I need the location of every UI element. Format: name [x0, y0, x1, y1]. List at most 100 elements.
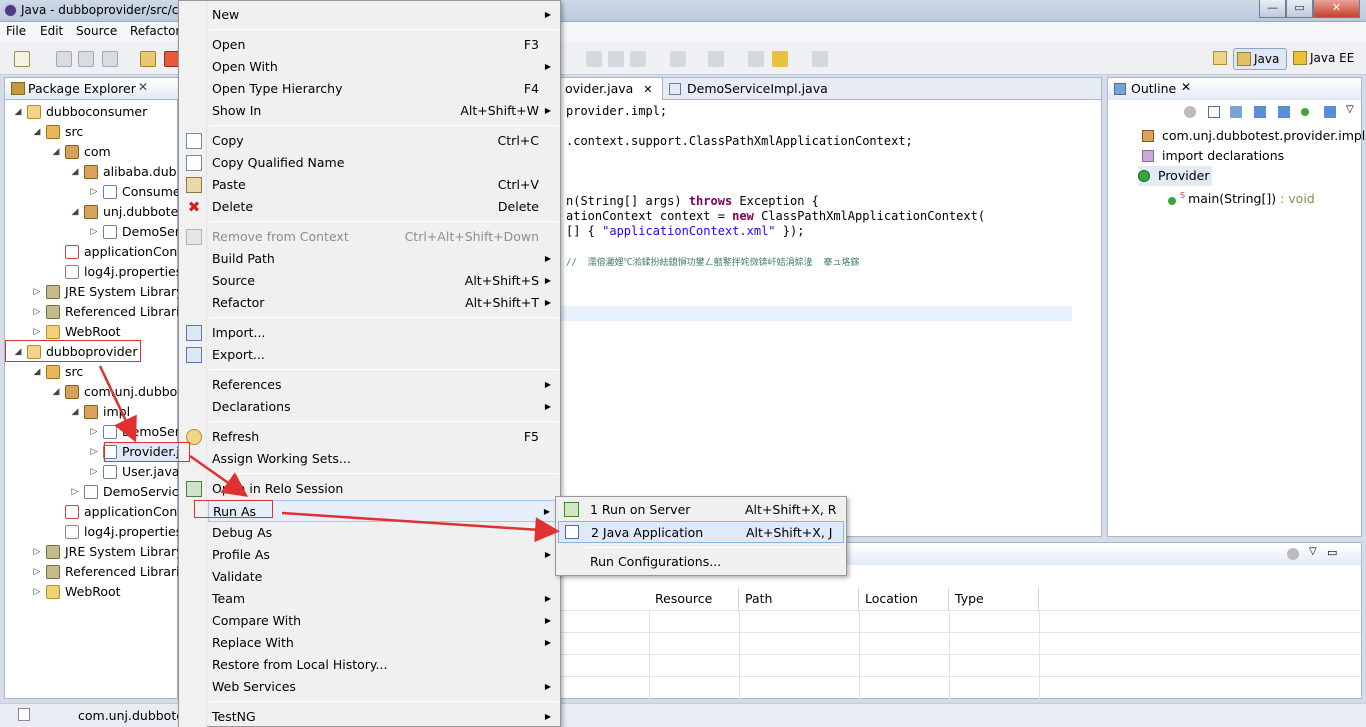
tree-node-properties-file[interactable]: log4j.properties — [65, 262, 178, 282]
menu-item-compare-with[interactable]: Compare With ▶ — [208, 610, 559, 632]
menu-item-profile-as[interactable]: Profile As ▶ — [208, 544, 559, 566]
menu-item-open-type-hierarchy[interactable]: Open Type Hierarchy F4 — [208, 78, 559, 100]
hide-static-icon[interactable] — [1254, 106, 1266, 118]
new-wizard-icon[interactable] — [14, 51, 30, 67]
column-path[interactable]: Path — [739, 588, 859, 610]
menu-file[interactable]: File — [6, 24, 26, 38]
minimize-button[interactable]: — — [1259, 0, 1286, 18]
menu-item-web-services[interactable]: Web Services ▶ — [208, 676, 559, 698]
menu-item-build-path[interactable]: Build Path ▶ — [208, 248, 559, 270]
tree-node-java-file[interactable]: ▷ DemoSer — [91, 222, 178, 242]
toolbar-tool-icon[interactable] — [630, 51, 646, 67]
tree-node-folder[interactable]: ▷ WebRoot — [34, 322, 121, 342]
editor-tab-demoserviceimpl[interactable]: DemoServiceImpl.java — [669, 78, 828, 100]
menu-item-open-with[interactable]: Open With ▶ — [208, 56, 559, 78]
tree-node-library[interactable]: ▷ Referenced Librari — [34, 302, 178, 322]
menu-item-paste[interactable]: Paste Ctrl+V — [186, 174, 559, 196]
view-menu-icon[interactable]: ▽ — [1346, 104, 1354, 115]
code-text-area[interactable]: provider.impl; .context.support.ClassPat… — [561, 101, 1101, 521]
fast-view-icon[interactable] — [18, 708, 30, 721]
save-all-icon[interactable] — [78, 51, 94, 67]
column-resource[interactable]: Resource — [649, 588, 739, 610]
tree-node-xml-file[interactable]: applicationCont — [65, 242, 178, 262]
menu-source[interactable]: Source — [76, 24, 117, 38]
menu-item-restore-from-local-history[interactable]: Restore from Local History... — [208, 654, 559, 676]
tree-node-library[interactable]: ▷ Referenced Librari — [34, 562, 178, 582]
previous-annotation-icon[interactable] — [708, 51, 724, 67]
menu-item-show-in[interactable]: Show In Alt+Shift+W ▶ — [208, 100, 559, 122]
collapse-all-icon[interactable] — [1208, 106, 1220, 118]
hide-local-types-icon[interactable] — [1324, 106, 1336, 118]
menu-item-team[interactable]: Team ▶ — [208, 588, 559, 610]
close-icon[interactable]: ✕ — [138, 80, 148, 94]
menu-item-references[interactable]: References ▶ — [208, 374, 559, 396]
menu-item-new[interactable]: New ▶ — [208, 4, 559, 26]
tree-node-package[interactable]: ◢ com — [53, 142, 111, 162]
tree-node-properties-file[interactable]: log4j.properties — [65, 522, 178, 542]
forward-arrow-icon[interactable] — [812, 51, 828, 67]
public-members-icon[interactable] — [1301, 108, 1309, 116]
maximize-button[interactable]: ▭ — [1286, 0, 1313, 18]
save-icon[interactable] — [56, 51, 72, 67]
menu-item-testng[interactable]: TestNG ▶ — [208, 706, 559, 727]
print-icon[interactable] — [102, 51, 118, 67]
view-menu-icon[interactable]: ▽ — [1309, 546, 1317, 557]
menu-item-export[interactable]: Export... — [186, 344, 559, 366]
tree-node-src[interactable]: ◢ src — [34, 362, 83, 382]
editor-tab-provider[interactable]: ovider.java ✕ — [561, 78, 663, 100]
outline-class-provider[interactable]: Provider — [1138, 166, 1213, 186]
minimize-view-icon[interactable]: ▭ — [1327, 546, 1337, 559]
tree-node-java-file[interactable]: ▷ DemoSer — [91, 422, 178, 442]
tree-node-xml-file[interactable]: applicationCont — [65, 502, 178, 522]
menu-item-copy-qualified-name[interactable]: Copy Qualified Name — [186, 152, 559, 174]
menu-refactor[interactable]: Refactor — [130, 24, 180, 38]
menu-item-delete[interactable]: ✖ Delete Delete — [188, 196, 559, 218]
back-arrow-icon[interactable] — [772, 51, 788, 67]
menu-item-run-configurations[interactable]: Run Configurations... — [558, 551, 844, 573]
perspective-java[interactable]: Java — [1233, 48, 1287, 70]
hide-non-public-icon[interactable] — [1278, 106, 1290, 118]
menu-item-java-application[interactable]: 2 Java Application Alt+Shift+X, J — [558, 521, 844, 543]
toolbar-tool-icon[interactable] — [608, 51, 624, 67]
tree-node-java-file[interactable]: ▷ DemoServic — [72, 482, 178, 502]
last-edit-icon[interactable] — [748, 51, 764, 67]
menu-item-import[interactable]: Import... — [186, 322, 559, 344]
tree-node-package[interactable]: ◢ impl — [72, 402, 130, 422]
sort-icon[interactable] — [1230, 106, 1242, 118]
toolbar-tool-icon[interactable] — [586, 51, 602, 67]
outline-method-main[interactable]: Smain(String[]) : void — [1168, 186, 1315, 206]
menu-item-run-on-server[interactable]: 1 Run on Server Alt+Shift+X, R — [558, 499, 844, 521]
outline-tab[interactable]: Outline ✕ — [1108, 78, 1361, 100]
tree-node-folder[interactable]: ▷ WebRoot — [34, 582, 121, 602]
tree-node-library[interactable]: ▷ JRE System Library — [34, 542, 178, 562]
tree-node-src[interactable]: ◢ src — [34, 122, 83, 142]
column-type[interactable]: Type — [949, 588, 1039, 610]
menu-item-refresh[interactable]: Refresh F5 — [186, 426, 559, 448]
menu-item-assign-working-sets[interactable]: Assign Working Sets... — [208, 448, 559, 470]
package-explorer-tab[interactable]: Package Explorer ✕ — [5, 78, 178, 100]
tree-node-java-file[interactable]: ▷ Consume — [91, 182, 178, 202]
tree-node-package[interactable]: ◢ alibaba.dub — [72, 162, 177, 182]
column-location[interactable]: Location — [859, 588, 949, 610]
menu-item-validate[interactable]: Validate — [208, 566, 559, 588]
menu-item-source[interactable]: Source Alt+Shift+S ▶ — [208, 270, 559, 292]
tree-node-package[interactable]: ◢ com.unj.dubbot — [53, 382, 178, 402]
open-perspective-button[interactable] — [1210, 48, 1234, 70]
tree-node-package[interactable]: ◢ unj.dubbote — [72, 202, 178, 222]
tree-node-java-file[interactable]: ▷ User.java — [91, 462, 178, 482]
menu-item-debug-as[interactable]: Debug As ▶ — [208, 522, 559, 544]
menu-edit[interactable]: Edit — [40, 24, 63, 38]
tree-node-library[interactable]: ▷ JRE System Library — [34, 282, 178, 302]
outline-package[interactable]: com.unj.dubbotest.provider.impl — [1142, 126, 1365, 146]
close-icon[interactable]: ✕ — [1181, 80, 1191, 94]
menu-item-open-in-relo-session[interactable]: Open in Relo Session — [186, 478, 559, 500]
close-button[interactable]: ✕ — [1313, 0, 1360, 18]
perspective-javaee[interactable]: Java EE — [1290, 48, 1358, 70]
menu-item-open[interactable]: Open F3 — [208, 34, 559, 56]
menu-item-refactor[interactable]: Refactor Alt+Shift+T ▶ — [208, 292, 559, 314]
view-toolbar-icon[interactable] — [1287, 548, 1299, 560]
menu-item-copy[interactable]: Copy Ctrl+C — [186, 130, 559, 152]
debug-icon[interactable] — [140, 51, 156, 67]
menu-item-replace-with[interactable]: Replace With ▶ — [208, 632, 559, 654]
menu-item-declarations[interactable]: Declarations ▶ — [208, 396, 559, 418]
